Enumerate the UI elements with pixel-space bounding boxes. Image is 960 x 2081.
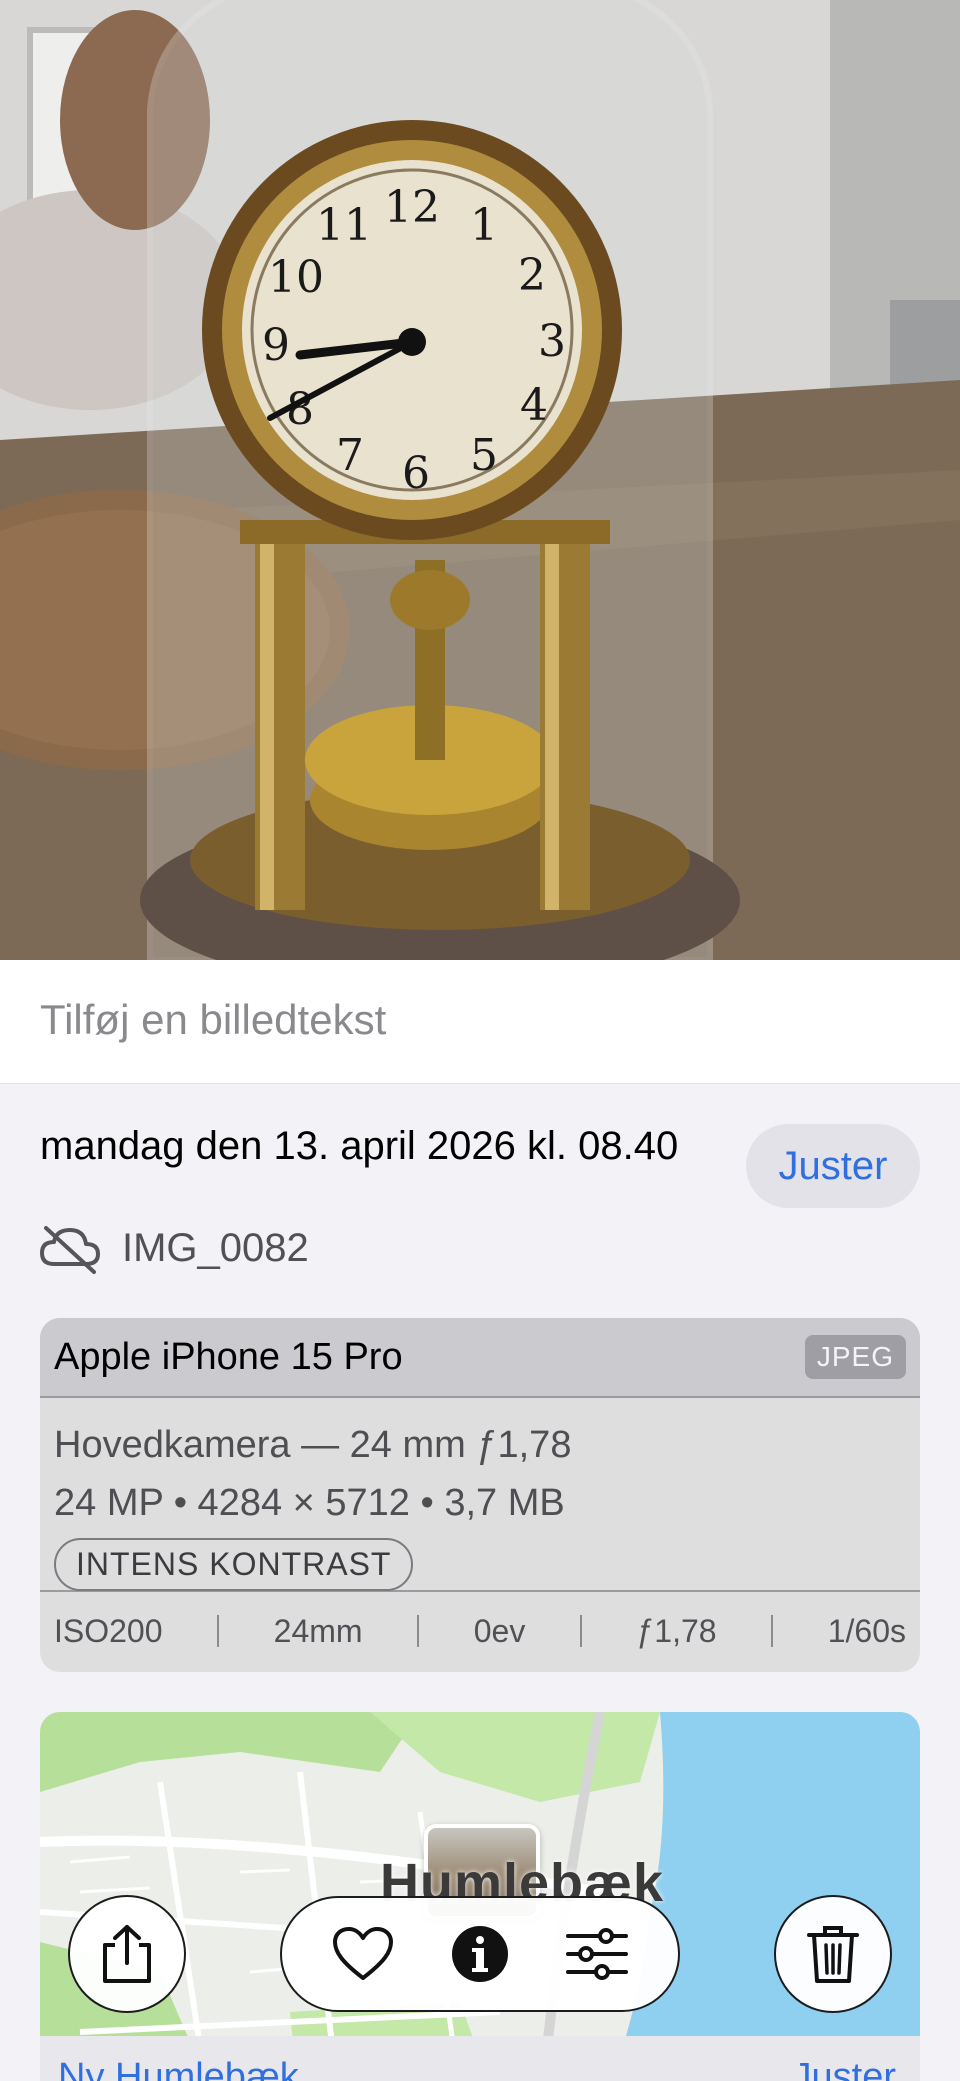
favorite-button[interactable] [328,1919,398,1989]
info-icon [451,1926,508,1982]
svg-text:3: 3 [538,316,566,367]
share-button[interactable] [68,1895,186,2013]
exif-iso: ISO200 [54,1612,163,1649]
exif-divider [579,1615,582,1647]
trash-icon [807,1926,859,1983]
photo-actions-group [280,1896,680,2012]
caption-bar [0,960,960,1084]
camera-info-card: Apple iPhone 15 Pro JPEG Hovedkamera — 2… [40,1318,920,1672]
format-badge: JPEG [804,1335,906,1379]
svg-text:12: 12 [384,182,440,233]
lens-info: Hovedkamera — 24 mm ƒ1,78 [54,1424,572,1466]
exif-aperture: ƒ1,78 [636,1612,717,1649]
info-button[interactable] [445,1919,515,1989]
delete-button[interactable] [774,1895,892,2013]
svg-text:9: 9 [262,320,290,371]
exif-divider [417,1615,420,1647]
capture-date: mandag den 13. april 2026 kl. 08.40 [40,1124,679,1168]
exif-divider [771,1615,774,1647]
map-footer: Ny Humlebæk Juster [40,2036,920,2081]
heart-icon [332,1927,393,1980]
edit-button[interactable] [562,1919,632,1989]
sliders-icon [566,1928,629,1980]
exif-shutter-speed: 1/60s [827,1612,906,1649]
adjust-date-button[interactable]: Juster [746,1124,920,1208]
svg-text:1: 1 [470,200,498,251]
exif-bar: ISO200 24mm 0ev ƒ1,78 1/60s [40,1590,920,1670]
caption-input[interactable] [40,988,920,1052]
file-info-row: IMG_0082 [40,1222,309,1274]
exif-exposure-bias: 0ev [473,1612,526,1649]
clock-photo: 12 1 2 3 4 5 6 7 8 9 10 11 [0,0,960,960]
svg-text:11: 11 [316,200,372,251]
svg-text:6: 6 [402,448,430,499]
photo-view[interactable]: 12 1 2 3 4 5 6 7 8 9 10 11 [0,0,960,960]
svg-text:7: 7 [336,430,364,481]
image-specs: 24 MP • 4284 × 5712 • 3,7 MB [54,1482,565,1524]
exif-divider [217,1615,220,1647]
svg-text:5: 5 [470,430,498,481]
svg-text:10: 10 [268,252,324,303]
camera-details: Hovedkamera — 24 mm ƒ1,78 24 MP • 4284 ×… [40,1398,920,1591]
adjust-location-button[interactable]: Juster [793,2056,896,2081]
camera-header: Apple iPhone 15 Pro JPEG [40,1318,920,1398]
svg-text:2: 2 [518,250,546,301]
svg-text:4: 4 [520,380,548,431]
cloud-off-icon [40,1226,100,1274]
exif-focal-length: 24mm [273,1612,363,1649]
share-icon [103,1925,151,1983]
location-link[interactable]: Ny Humlebæk [58,2056,299,2081]
file-name: IMG_0082 [122,1225,309,1270]
photographic-style-badge: INTENS KONTRAST [54,1538,414,1591]
device-name: Apple iPhone 15 Pro [54,1335,403,1378]
